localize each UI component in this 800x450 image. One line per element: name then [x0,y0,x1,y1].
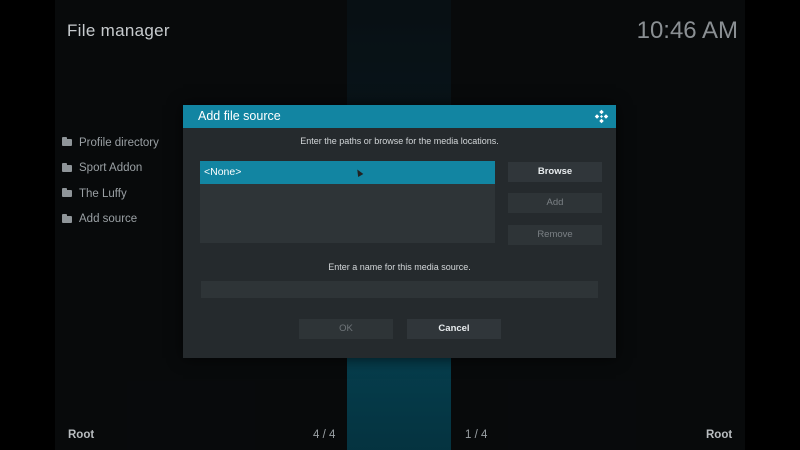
footer-left-count: 4 / 4 [313,429,336,441]
footer-right-root: Root [706,429,733,441]
list-item-add-source[interactable]: Add source [62,207,159,233]
add-button[interactable]: Add [508,193,602,213]
folder-icon [62,137,72,147]
path-item-label: <None> [204,166,242,178]
source-name-input[interactable] [201,281,598,298]
list-item-label: Profile directory [79,136,159,149]
kodi-logo-icon [594,109,609,124]
clock: 10:46 AM [636,17,738,44]
ok-button[interactable]: OK [299,319,393,339]
browse-button[interactable]: Browse [508,162,602,182]
folder-icon [62,213,72,223]
path-list: <None> [200,161,495,243]
list-item-sport-addon[interactable]: Sport Addon [62,156,159,182]
list-item-the-luffy[interactable]: The Luffy [62,181,159,207]
list-item-label: Add source [79,213,138,226]
folder-icon [62,162,72,172]
list-item-label: The Luffy [79,187,127,200]
folder-icon [62,188,72,198]
name-instruction: Enter a name for this media source. [328,262,471,272]
cancel-button[interactable]: Cancel [407,319,501,339]
footer-left-root: Root [68,429,95,441]
mouse-cursor-icon [354,167,364,178]
dialog-title: Add file source [198,109,281,123]
list-item-label: Sport Addon [79,162,143,175]
remove-button[interactable]: Remove [508,225,602,245]
dialog-header: Add file source [183,105,616,128]
source-list: Profile directory Sport Addon The Luffy … [62,130,159,232]
paths-instruction: Enter the paths or browse for the media … [300,136,499,146]
path-item[interactable]: <None> [200,161,495,184]
page-title: File manager [67,21,170,40]
list-item-profile-directory[interactable]: Profile directory [62,130,159,156]
footer-right-count: 1 / 4 [465,429,488,441]
add-file-source-dialog: Add file source Enter the paths or brows… [183,105,616,358]
